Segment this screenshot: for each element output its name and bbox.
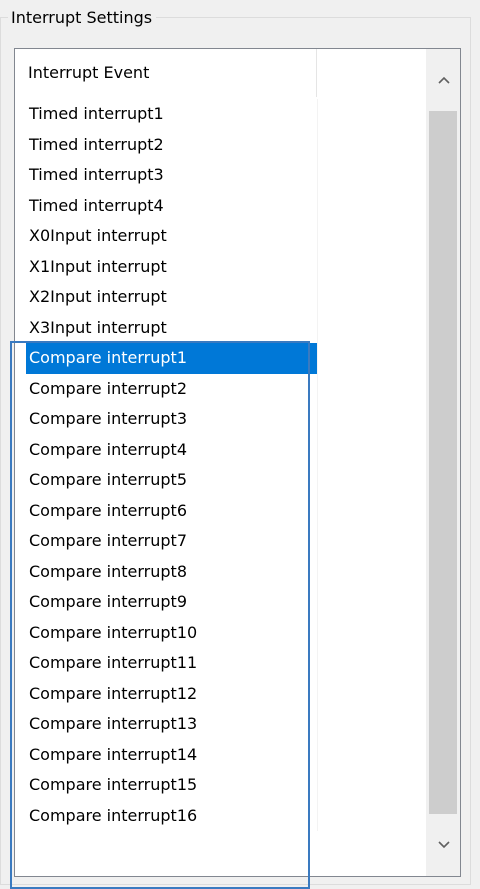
list-item[interactable]: Timed interrupt1 — [15, 99, 426, 130]
list-item-label: Compare interrupt1 — [26, 343, 317, 374]
column-divider — [317, 373, 318, 404]
column-divider — [317, 160, 318, 191]
list-item[interactable]: Timed interrupt4 — [15, 190, 426, 221]
list-header: Interrupt Event — [15, 49, 426, 97]
column-divider — [317, 129, 318, 160]
list-item[interactable]: X1Input interrupt — [15, 251, 426, 282]
chevron-down-icon[interactable] — [427, 814, 460, 876]
column-divider — [317, 404, 318, 435]
list-item[interactable]: Compare interrupt15 — [15, 770, 426, 801]
list-item[interactable]: Timed interrupt3 — [15, 160, 426, 191]
list-item[interactable]: Compare interrupt12 — [15, 678, 426, 709]
list-item-label: Compare interrupt11 — [29, 653, 198, 672]
chevron-up-icon[interactable] — [427, 49, 460, 111]
list-item[interactable]: Compare interrupt10 — [15, 617, 426, 648]
interrupt-event-list[interactable]: Interrupt Event Timed interrupt1 Timed in… — [14, 48, 461, 877]
list-item[interactable]: Compare interrupt7 — [15, 526, 426, 557]
list-item[interactable]: Compare interrupt6 — [15, 495, 426, 526]
column-divider — [317, 190, 318, 221]
column-divider — [317, 434, 318, 465]
list-item-label: Compare interrupt3 — [29, 409, 187, 428]
list-item-label: Compare interrupt7 — [29, 531, 187, 550]
scroll-thumb[interactable] — [429, 111, 457, 814]
vertical-scrollbar[interactable] — [426, 49, 460, 876]
column-header-empty[interactable] — [317, 49, 426, 97]
column-divider — [317, 770, 318, 801]
list-item-label: Compare interrupt13 — [29, 714, 198, 733]
column-divider — [317, 495, 318, 526]
column-divider — [317, 648, 318, 679]
column-header-interrupt-event[interactable]: Interrupt Event — [15, 49, 317, 97]
column-divider — [317, 709, 318, 740]
list-item[interactable]: Compare interrupt16 — [15, 800, 426, 831]
column-divider — [317, 678, 318, 709]
list-item[interactable]: Compare interrupt11 — [15, 648, 426, 679]
list-item[interactable]: Compare interrupt8 — [15, 556, 426, 587]
column-divider — [317, 282, 318, 313]
list-item-label: Compare interrupt12 — [29, 683, 198, 703]
list-item[interactable]: Compare interrupt13 — [15, 709, 426, 740]
list-item-label: Compare interrupt14 — [29, 744, 198, 764]
list-item-label: Timed interrupt1 — [29, 104, 164, 123]
column-divider — [317, 556, 318, 587]
list-item-label: Compare interrupt10 — [29, 622, 198, 642]
column-divider — [317, 739, 318, 770]
list-item-label: Timed interrupt3 — [29, 165, 164, 184]
list-item-label: Compare interrupt2 — [29, 378, 187, 398]
list-item-label: X2Input interrupt — [29, 287, 167, 306]
group-title: Interrupt Settings — [8, 6, 157, 30]
column-divider — [317, 99, 318, 130]
column-divider — [317, 343, 318, 374]
list-item[interactable]: X3Input interrupt — [15, 312, 426, 343]
column-divider — [317, 251, 318, 282]
list-item[interactable]: Compare interrupt5 — [15, 465, 426, 496]
list-rows: Timed interrupt1 Timed interrupt2 Timed in… — [15, 99, 426, 831]
column-divider — [317, 221, 318, 252]
list-item[interactable]: Compare interrupt3 — [15, 404, 426, 435]
list-item[interactable]: X0Input interrupt — [15, 221, 426, 252]
column-divider — [317, 312, 318, 343]
list-item-label: Compare interrupt15 — [29, 775, 198, 794]
list-item[interactable]: X2Input interrupt — [15, 282, 426, 313]
list-item-label: Compare interrupt9 — [29, 592, 187, 611]
list-item[interactable]: Compare interrupt1 — [15, 343, 426, 374]
column-divider — [317, 800, 318, 831]
list-item[interactable]: Compare interrupt4 — [15, 434, 426, 465]
list-item-label: X1Input interrupt — [29, 256, 167, 276]
list-item-label: Compare interrupt16 — [29, 805, 198, 825]
column-divider — [317, 617, 318, 648]
column-divider — [317, 587, 318, 618]
list-item-label: X3Input interrupt — [29, 317, 167, 337]
list-item-label: Compare interrupt5 — [29, 470, 187, 489]
column-divider — [317, 465, 318, 496]
list-item[interactable]: Compare interrupt9 — [15, 587, 426, 618]
list-item[interactable]: Timed interrupt2 — [15, 129, 426, 160]
list-item-label: Timed interrupt2 — [29, 134, 164, 154]
column-divider — [317, 526, 318, 557]
list-item[interactable]: Compare interrupt14 — [15, 739, 426, 770]
list-item-label: Compare interrupt8 — [29, 561, 187, 581]
list-item-label: Compare interrupt4 — [29, 439, 187, 459]
list-item-label: Timed interrupt4 — [29, 195, 164, 215]
list-item-label: X0Input interrupt — [29, 226, 167, 245]
list-item-label: Compare interrupt6 — [29, 500, 187, 520]
list-item[interactable]: Compare interrupt2 — [15, 373, 426, 404]
